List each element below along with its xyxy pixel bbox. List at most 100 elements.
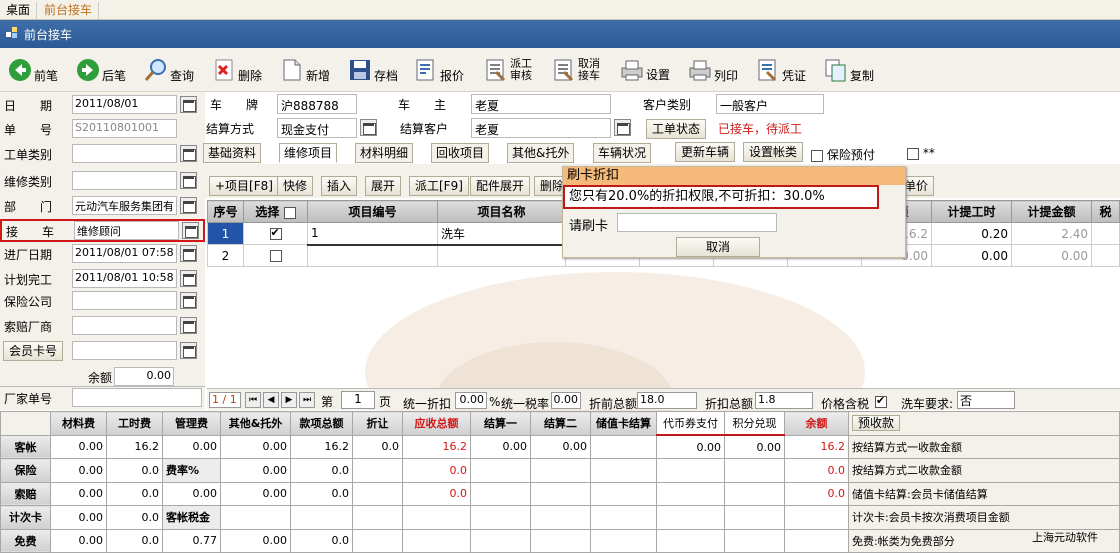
lookup-icon[interactable]: [180, 197, 197, 214]
summary-cell: [352, 505, 403, 530]
row-select-checkbox[interactable]: [269, 250, 282, 262]
tab-other-outsource[interactable]: 其他&托外: [507, 143, 575, 163]
prev-page-icon[interactable]: ◀: [263, 392, 279, 408]
member-card-field[interactable]: [72, 341, 177, 360]
dispatch-review-button[interactable]: 派工 审核: [484, 54, 532, 86]
balance-row: 余额 0.00: [0, 366, 205, 388]
in-date-field[interactable]: 2011/08/01 07:58: [72, 244, 177, 263]
summary-cell: 0.00: [50, 434, 107, 459]
expand-button[interactable]: 展开: [365, 176, 402, 196]
factory-no-field[interactable]: [72, 388, 202, 407]
order-type-field[interactable]: [72, 144, 177, 163]
summary-row-label: 索赔: [0, 481, 51, 506]
order-no-field[interactable]: S20110801001: [72, 119, 177, 138]
record-position: 1 / 1: [209, 392, 241, 408]
prepayment-button[interactable]: 预收款: [852, 415, 901, 432]
tab-repair-items[interactable]: 维修项目: [279, 143, 338, 163]
tab-desktop[interactable]: 桌面: [0, 2, 38, 19]
summary-cell: [656, 481, 725, 506]
lookup-icon[interactable]: [180, 317, 197, 334]
settle-customer-field[interactable]: 老夏: [471, 118, 611, 138]
lookup-icon[interactable]: [180, 172, 197, 189]
print-button[interactable]: 列印: [688, 54, 738, 86]
add-item-button[interactable]: +项目[F8]: [209, 176, 279, 196]
wash-requirement-field[interactable]: 否: [957, 391, 1015, 409]
summary-cell: 16.2: [106, 434, 163, 459]
member-card-button[interactable]: 会员卡号: [3, 341, 64, 361]
popup-message: 您只有20.0%的折扣权限,不可折扣：30.0%: [563, 185, 879, 209]
owner-field[interactable]: 老夏: [471, 94, 611, 114]
tax-rate-field[interactable]: 0.00: [551, 392, 581, 409]
dept-field[interactable]: 元动汽车服务集团有: [72, 196, 177, 215]
settings-button[interactable]: 设置: [620, 54, 670, 86]
cancel-reception-button[interactable]: 取消 接车: [552, 54, 600, 86]
dispatch-f9-button[interactable]: 派工[F9]: [409, 176, 469, 196]
repair-type-field[interactable]: [72, 171, 177, 190]
plan-date-field[interactable]: 2011/08/01 10:58: [72, 269, 177, 288]
tab-front-reception[interactable]: 前台接车: [38, 2, 100, 19]
order-status-button[interactable]: 工单状态: [646, 119, 707, 139]
copy-button[interactable]: 复制: [824, 54, 874, 86]
last-page-icon[interactable]: ⏭: [299, 392, 315, 408]
lookup-icon[interactable]: [180, 342, 197, 359]
date-field[interactable]: 2011/08/01: [72, 95, 177, 114]
calendar-icon[interactable]: [180, 96, 197, 113]
price-includes-tax-checkbox[interactable]: [875, 394, 887, 408]
update-vehicle-button[interactable]: 更新车辆: [675, 142, 736, 162]
summary-cell: 0.0: [352, 434, 403, 459]
voucher-button[interactable]: 凭证: [756, 54, 806, 86]
floppy-disk-icon: [348, 58, 372, 82]
prev-button[interactable]: 前笔: [8, 54, 58, 86]
lookup-icon[interactable]: [614, 119, 631, 136]
points-redeem-button[interactable]: 积分兑现: [724, 411, 785, 436]
select-all-checkbox[interactable]: [283, 206, 296, 219]
plate-field[interactable]: 沪888788: [277, 94, 357, 114]
payment-method-field[interactable]: 现金支付: [277, 118, 357, 138]
insurer-field[interactable]: [72, 291, 177, 310]
popup-cancel-button[interactable]: 取消: [676, 237, 760, 257]
add-button[interactable]: 新增: [280, 54, 330, 86]
receiver-field[interactable]: 维修顾问: [74, 221, 179, 240]
next-button[interactable]: 后笔: [76, 54, 126, 86]
parts-expand-button[interactable]: 配件展开: [470, 176, 531, 196]
first-page-icon[interactable]: ⏮: [245, 392, 261, 408]
insert-button[interactable]: 插入: [321, 176, 358, 196]
tab-recycle[interactable]: 回收项目: [431, 143, 490, 163]
summary-cell: 0.00: [162, 434, 221, 459]
query-button[interactable]: 查询: [144, 54, 194, 86]
customer-type-field[interactable]: 一般客户: [716, 94, 824, 114]
page-input[interactable]: 1: [341, 391, 375, 409]
discount-field[interactable]: 0.00: [455, 392, 487, 409]
lookup-icon[interactable]: [180, 292, 197, 309]
lookup-icon[interactable]: [182, 222, 199, 239]
lookup-icon[interactable]: [360, 119, 377, 136]
save-button[interactable]: 存档: [348, 54, 398, 86]
summary-cell: 0.00: [50, 528, 107, 553]
set-account-button[interactable]: 设置帐类: [743, 142, 804, 162]
next-page-icon[interactable]: ▶: [281, 392, 297, 408]
tab-vehicle-status[interactable]: 车辆状况: [593, 143, 652, 163]
lookup-icon[interactable]: [180, 145, 197, 162]
tab-basic[interactable]: 基础资料: [203, 143, 262, 163]
summary-cell: 0.0: [106, 458, 163, 483]
quote-button[interactable]: 报价: [414, 54, 464, 86]
summary-cell: [656, 528, 725, 553]
date-row: 日 期 2011/08/01: [0, 94, 205, 116]
row-select-checkbox[interactable]: [269, 226, 282, 240]
summary-cell: 0.00: [530, 434, 591, 459]
summary-cell: [470, 481, 531, 506]
calendar-icon[interactable]: [180, 270, 197, 287]
delete-button[interactable]: 删除: [212, 54, 262, 86]
claim-field[interactable]: [72, 316, 177, 335]
summary-cell: 0.0: [784, 458, 849, 483]
order-no-row: 单 号 S20110801001: [0, 118, 205, 140]
quick-repair-button[interactable]: 快修: [277, 176, 314, 196]
calendar-icon[interactable]: [180, 245, 197, 262]
summary-cell: [590, 481, 657, 506]
card-input[interactable]: [617, 213, 777, 232]
insurance-prepay-checkbox[interactable]: 保险预付: [811, 146, 875, 163]
token-payment-button[interactable]: 代币券支付: [656, 411, 725, 436]
tab-materials[interactable]: 材料明细: [355, 143, 414, 163]
toolbar: 前笔 后笔 查询 删除 新增 存档 报价 派工 审核 取消 接车 设置 列印 凭证 …: [0, 48, 1120, 92]
extra-checkbox[interactable]: **: [907, 146, 935, 160]
